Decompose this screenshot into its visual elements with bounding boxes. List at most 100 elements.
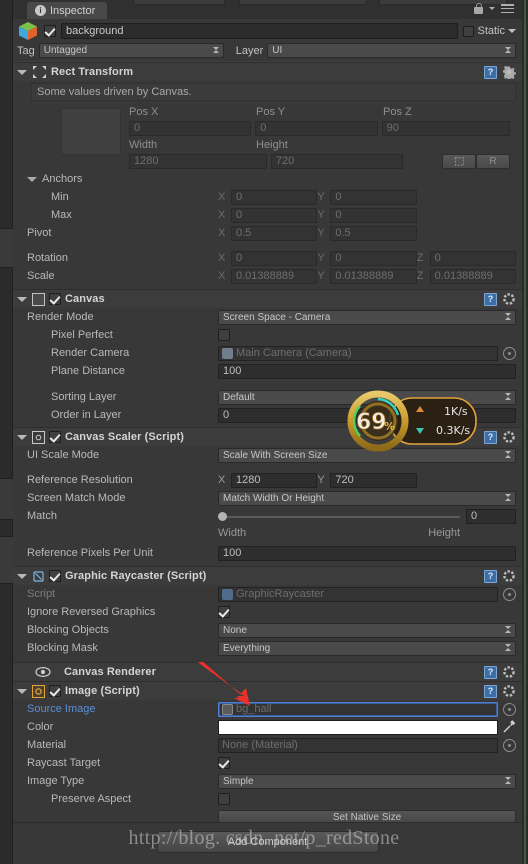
eyedropper-icon[interactable] (502, 720, 516, 734)
blocking-objects-dropdown[interactable]: None (218, 622, 516, 638)
neighbor-tab-a[interactable] (133, 0, 225, 5)
lock-icon[interactable] (474, 3, 483, 14)
anchor-preset-preview[interactable] (61, 108, 121, 155)
image-enabled-checkbox[interactable] (49, 685, 61, 697)
anchor-max-y-field[interactable]: 0 (330, 207, 417, 223)
reference-pixels-per-unit-field[interactable]: 100 (218, 545, 516, 561)
foldout-arrow-icon[interactable] (17, 573, 27, 579)
material-object-picker[interactable] (503, 738, 516, 752)
help-book-icon[interactable]: ? (484, 292, 497, 306)
sorting-layer-row: Sorting Layer Default (13, 388, 522, 406)
canvas-scaler-enabled-checkbox[interactable] (49, 431, 61, 443)
gameobject-name-field[interactable]: background (61, 23, 459, 39)
color-swatch-field[interactable] (218, 719, 498, 735)
gear-icon[interactable] (503, 684, 516, 698)
material-object-field[interactable]: None (Material) (218, 737, 498, 753)
foldout-arrow-icon[interactable] (17, 688, 27, 694)
pos-z-field[interactable]: 90 (381, 121, 511, 136)
match-value-field[interactable]: 0 (466, 508, 516, 524)
ignore-reversed-graphics-checkbox[interactable] (218, 606, 230, 618)
foldout-arrow-icon[interactable] (17, 296, 27, 302)
rotation-y-field[interactable]: 0 (330, 250, 417, 266)
image-type-dropdown[interactable]: Simple (218, 773, 516, 789)
left-dock-tab-c[interactable] (0, 536, 13, 584)
source-image-row: Source Image bg_hall (13, 700, 522, 718)
plane-distance-field[interactable]: 100 (218, 363, 516, 379)
canvas-enabled-checkbox[interactable] (49, 293, 61, 305)
script-object-picker[interactable] (503, 587, 516, 601)
static-checkbox[interactable] (463, 25, 475, 37)
anchor-min-x-field[interactable]: 0 (231, 189, 318, 205)
gear-icon[interactable] (503, 665, 516, 679)
reference-resolution-y-field[interactable]: 720 (330, 472, 417, 488)
left-dock-tab-b[interactable] (0, 478, 13, 520)
layer-dropdown[interactable]: UI (267, 43, 516, 58)
neighbor-tab-b[interactable] (239, 0, 367, 5)
gear-icon[interactable] (503, 430, 516, 444)
source-image-object-field[interactable]: bg_hall (218, 701, 498, 717)
rotation-x-field[interactable]: 0 (231, 250, 318, 266)
anchors-foldout[interactable]: Anchors (13, 173, 218, 185)
gear-icon[interactable] (503, 292, 516, 306)
width-field[interactable]: 1280 (129, 154, 267, 169)
hamburger-menu-icon[interactable] (501, 4, 514, 13)
component-header-canvas-scaler[interactable]: Canvas Scaler (Script) ? (13, 427, 522, 446)
gear-icon[interactable] (502, 65, 516, 80)
gameobject-cube-icon[interactable] (17, 20, 39, 42)
sorting-layer-dropdown[interactable]: Default (218, 389, 516, 405)
pos-x-field[interactable]: 0 (129, 121, 252, 136)
help-book-icon[interactable]: ? (484, 65, 497, 79)
help-book-icon[interactable]: ? (484, 665, 497, 679)
scale-y-field[interactable]: 0.01388889 (330, 268, 417, 284)
component-header-rect-transform[interactable]: Rect Transform ? (13, 62, 522, 81)
render-camera-object-field[interactable]: Main Camera (Camera) (218, 345, 498, 361)
right-dock-strip (522, 0, 528, 864)
foldout-arrow-icon[interactable] (17, 434, 27, 440)
foldout-arrow-icon[interactable] (17, 69, 27, 75)
tab-inspector[interactable]: i Inspector (27, 2, 108, 19)
pos-y-field[interactable]: 0 (255, 121, 378, 136)
canvas-scaler-icon (32, 430, 45, 444)
preserve-aspect-checkbox[interactable] (218, 793, 230, 805)
component-header-graphic-raycaster[interactable]: Graphic Raycaster (Script) ? (13, 566, 522, 585)
rotation-z-field[interactable]: 0 (429, 250, 516, 266)
gameobject-enabled-checkbox[interactable] (44, 25, 56, 37)
gear-icon[interactable] (503, 569, 516, 583)
rotation-label: Rotation (27, 252, 68, 264)
match-slider-knob[interactable] (218, 511, 227, 521)
reference-resolution-x-field[interactable]: 1280 (231, 472, 318, 488)
graphic-raycaster-enabled-checkbox[interactable] (49, 570, 61, 582)
match-slider[interactable] (218, 509, 460, 524)
help-book-icon[interactable]: ? (484, 569, 497, 583)
component-header-canvas[interactable]: Canvas ? (13, 289, 522, 308)
order-in-layer-field[interactable]: 0 (218, 407, 516, 423)
pixel-perfect-checkbox[interactable] (218, 329, 230, 341)
scale-z-field[interactable]: 0.01388889 (429, 268, 516, 284)
help-book-icon[interactable]: ? (484, 430, 497, 444)
component-header-image-script[interactable]: Image (Script) ? (13, 681, 522, 700)
render-mode-dropdown[interactable]: Screen Space - Camera (218, 309, 516, 325)
pivot-y-field[interactable]: 0.5 (330, 225, 417, 241)
component-header-icons-raycaster: ? (484, 569, 516, 583)
raw-edit-mode-button[interactable]: R (476, 154, 511, 169)
anchor-min-y-field[interactable]: 0 (330, 189, 417, 205)
anchor-max-x-field[interactable]: 0 (231, 207, 318, 223)
blueprint-mode-button[interactable] (442, 154, 477, 169)
axis-y-label: Y (317, 270, 325, 282)
raycast-target-checkbox[interactable] (218, 757, 230, 769)
add-component-button[interactable]: Add Component (156, 831, 379, 853)
render-camera-object-picker[interactable] (503, 346, 516, 360)
blocking-mask-dropdown[interactable]: Everything (218, 640, 516, 656)
source-image-object-picker[interactable] (503, 702, 516, 716)
component-title-canvas-renderer: Canvas Renderer (64, 666, 156, 678)
ui-scale-mode-dropdown[interactable]: Scale With Screen Size (218, 447, 516, 463)
screen-match-mode-dropdown[interactable]: Match Width Or Height (218, 490, 516, 506)
tag-dropdown[interactable]: Untagged (38, 43, 224, 58)
pivot-x-field[interactable]: 0.5 (231, 225, 318, 241)
left-dock-tab-a[interactable] (0, 228, 13, 268)
component-header-canvas-renderer[interactable]: Canvas Renderer ? (13, 662, 522, 681)
static-dropdown-chevron-icon[interactable] (508, 29, 516, 33)
scale-x-field[interactable]: 0.01388889 (231, 268, 318, 284)
height-field[interactable]: 720 (270, 154, 403, 169)
help-book-icon[interactable]: ? (484, 684, 497, 698)
